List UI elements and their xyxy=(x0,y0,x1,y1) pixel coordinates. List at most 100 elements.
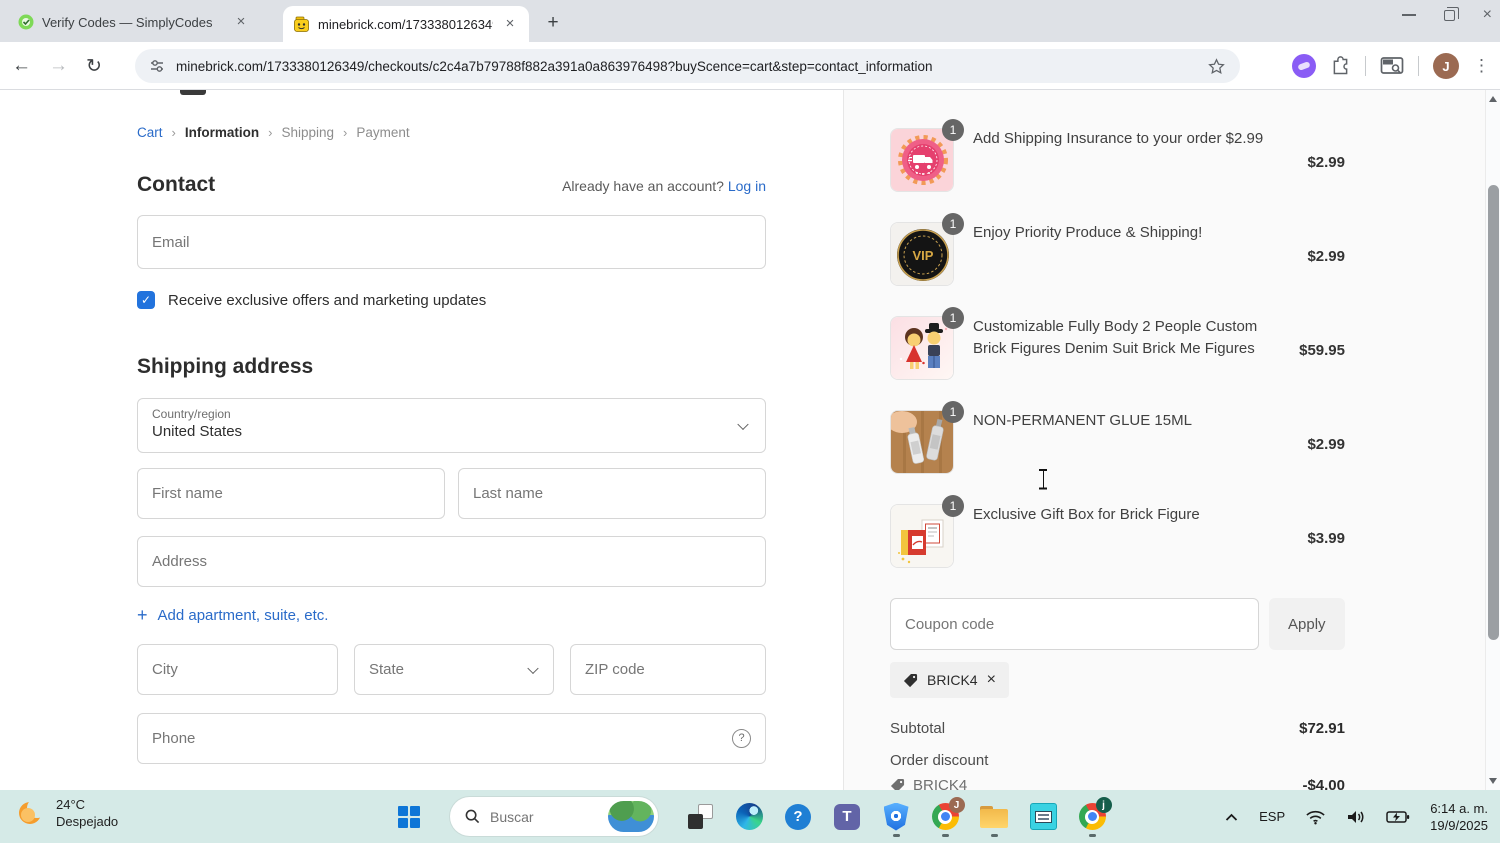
vpn-shield-icon[interactable] xyxy=(876,795,916,838)
window-search-icon[interactable] xyxy=(1380,56,1404,76)
marketing-checkbox[interactable]: ✓ xyxy=(137,291,155,309)
new-tab-button[interactable]: + xyxy=(540,10,566,36)
address-bar[interactable]: minebrick.com/1733380126349/checkouts/c2… xyxy=(135,49,1240,83)
contact-heading: Contact xyxy=(137,173,216,196)
tab-simplycodes[interactable]: Verify Codes — SimplyCodes × xyxy=(8,6,260,38)
chrome-profile1-icon[interactable]: J xyxy=(925,795,965,838)
scroll-up-icon[interactable] xyxy=(1489,96,1497,102)
bookmark-star-icon[interactable] xyxy=(1207,57,1226,76)
text-cursor xyxy=(1038,468,1048,490)
phone-field[interactable] xyxy=(137,713,766,764)
zip-field[interactable] xyxy=(570,644,766,695)
address-field[interactable] xyxy=(137,536,766,587)
search-icon xyxy=(465,809,480,824)
search-highlight-image[interactable] xyxy=(608,801,654,832)
forward-button[interactable]: → xyxy=(49,55,68,77)
start-button[interactable] xyxy=(398,806,420,828)
last-name-field[interactable] xyxy=(458,468,766,519)
add-apartment-link[interactable]: + Add apartment, suite, etc. xyxy=(137,605,766,626)
coupon-code-input[interactable] xyxy=(890,598,1259,650)
back-button[interactable]: ← xyxy=(12,55,31,77)
cart-item: 1 Exclusive Gift Box for Brick Figure $3… xyxy=(890,495,1345,568)
tab-title: minebrick.com/1733380126349 xyxy=(318,16,493,32)
quantity-badge: 1 xyxy=(942,213,964,235)
volume-icon[interactable] xyxy=(1346,809,1366,825)
get-help-icon[interactable]: ? xyxy=(778,795,818,838)
email-field[interactable] xyxy=(137,215,766,269)
chevron-separator-icon: › xyxy=(268,125,273,140)
window-restore-button[interactable] xyxy=(1443,6,1459,21)
subtotal-label: Subtotal xyxy=(890,720,946,737)
tray-chevron-up-icon[interactable] xyxy=(1224,812,1239,822)
extension-icon[interactable] xyxy=(1292,54,1316,78)
remove-coupon-icon[interactable]: × xyxy=(987,671,996,689)
cart-item: 1 Add Shipping Insurance to your order $… xyxy=(890,119,1345,192)
tab-close-icon[interactable]: × xyxy=(501,15,519,33)
item-title: NON-PERMANENT GLUE 15ML xyxy=(973,412,1192,429)
language-indicator[interactable]: ESP xyxy=(1259,809,1285,824)
edge-browser-icon[interactable] xyxy=(729,795,769,838)
taskbar-search[interactable] xyxy=(450,797,658,836)
window-minimize-button[interactable] xyxy=(1401,14,1416,16)
phone-help-icon[interactable]: ? xyxy=(732,729,751,748)
chrome-profile2-icon[interactable]: j xyxy=(1072,795,1112,838)
state-select[interactable]: State xyxy=(354,644,554,695)
wifi-icon[interactable] xyxy=(1305,809,1326,825)
taskbar-search-input[interactable] xyxy=(490,808,608,825)
country-label: Country/region xyxy=(152,407,231,421)
extensions-puzzle-icon[interactable] xyxy=(1330,55,1351,77)
cart-item: 1 NON-PERMANENT GLUE 15ML $2.99 xyxy=(890,401,1345,474)
moon-icon xyxy=(19,798,46,824)
task-view-button[interactable] xyxy=(680,795,720,838)
battery-charging-icon[interactable] xyxy=(1386,809,1410,825)
browser-tab-strip: Verify Codes — SimplyCodes × minebrick.c… xyxy=(0,0,1500,42)
store-logo-partial xyxy=(180,90,206,95)
site-settings-icon[interactable] xyxy=(149,58,165,74)
breadcrumb-cart[interactable]: Cart xyxy=(137,125,163,140)
page-scrollbar[interactable] xyxy=(1485,90,1500,790)
remote-app-icon[interactable] xyxy=(1023,795,1063,838)
login-link[interactable]: Log in xyxy=(728,178,766,194)
simplycodes-favicon xyxy=(18,14,34,30)
chevron-separator-icon: › xyxy=(171,125,176,140)
tag-icon xyxy=(903,673,918,687)
tab-minebrick[interactable]: minebrick.com/1733380126349 × xyxy=(283,6,529,42)
weather-temp: 24°C xyxy=(56,797,86,812)
breadcrumb: Cart › Information › Shipping › Payment xyxy=(137,125,766,140)
first-name-field[interactable] xyxy=(137,468,445,519)
tag-icon xyxy=(890,778,905,790)
discount-value: -$4.00 xyxy=(1302,777,1345,790)
breadcrumb-information: Information xyxy=(184,125,260,140)
item-price: $3.99 xyxy=(1307,530,1345,547)
profile-avatar[interactable]: J xyxy=(1433,53,1459,79)
vip-label: VIP xyxy=(913,248,934,263)
window-close-button[interactable]: × xyxy=(1483,6,1492,24)
checkout-page: Cart › Information › Shipping › Payment … xyxy=(0,90,1500,790)
breadcrumb-shipping: Shipping xyxy=(281,125,334,140)
tab-close-icon[interactable]: × xyxy=(232,13,250,31)
scrollbar-thumb[interactable] xyxy=(1488,185,1499,640)
breadcrumb-payment: Payment xyxy=(356,125,410,140)
city-field[interactable] xyxy=(137,644,338,695)
scroll-down-icon[interactable] xyxy=(1489,778,1497,784)
apply-coupon-button[interactable]: Apply xyxy=(1268,598,1345,650)
chrome-profile-badge: j xyxy=(1095,797,1112,813)
file-explorer-icon[interactable] xyxy=(974,795,1014,838)
browser-menu-icon[interactable]: ⋮ xyxy=(1473,56,1490,76)
weather-widget[interactable]: 24°C Despejado xyxy=(16,796,118,830)
chevron-separator-icon: › xyxy=(343,125,348,140)
clock[interactable]: 6:14 a. m. 19/9/2025 xyxy=(1430,800,1488,834)
country-select[interactable]: Country/region United States xyxy=(137,398,766,453)
clock-time: 6:14 a. m. xyxy=(1430,800,1488,816)
teams-icon[interactable]: T xyxy=(827,795,867,838)
cart-item: 1 Customizable Fully Body 2 People Custo… xyxy=(890,307,1345,380)
url-text[interactable]: minebrick.com/1733380126349/checkouts/c2… xyxy=(176,59,1196,74)
subtotal-value: $72.91 xyxy=(1299,720,1345,737)
plus-icon: + xyxy=(137,605,148,625)
reload-button[interactable]: ↻ xyxy=(86,55,102,78)
quantity-badge: 1 xyxy=(942,401,964,423)
quantity-badge: 1 xyxy=(942,495,964,517)
item-price: $59.95 xyxy=(1299,342,1345,359)
country-value: United States xyxy=(152,423,243,440)
quantity-badge: 1 xyxy=(942,119,964,141)
